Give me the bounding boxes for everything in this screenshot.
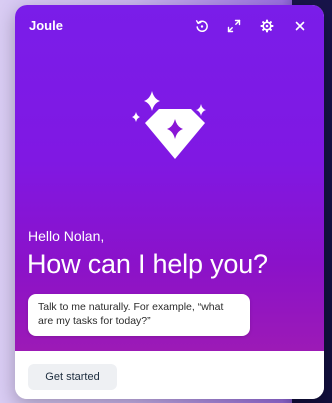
panel-header: Joule [15, 5, 324, 45]
app-title: Joule [29, 18, 63, 33]
joule-assistant-panel: Joule Hello Nolan, How can I help you? T… [15, 5, 324, 399]
expand-button[interactable] [223, 15, 245, 37]
history-icon [195, 20, 208, 33]
diamond-sparkle-icon [132, 91, 206, 159]
headline-text: How can I help you? [27, 249, 268, 279]
close-button[interactable] [289, 15, 311, 37]
close-icon [295, 21, 305, 31]
panel-footer: Get started [15, 351, 324, 399]
prompt-hint-card: Talk to me naturally. For example, “what… [28, 294, 250, 336]
settings-icon [260, 19, 274, 33]
hero-section: Joule Hello Nolan, How can I help you? T… [15, 5, 324, 351]
get-started-button[interactable]: Get started [28, 364, 117, 390]
expand-icon [227, 19, 241, 33]
prompt-hint-text: Talk to me naturally. For example, “what… [38, 301, 224, 327]
greeting-text: Hello Nolan, [28, 228, 105, 244]
history-button[interactable] [191, 15, 213, 37]
settings-button[interactable] [256, 15, 278, 37]
